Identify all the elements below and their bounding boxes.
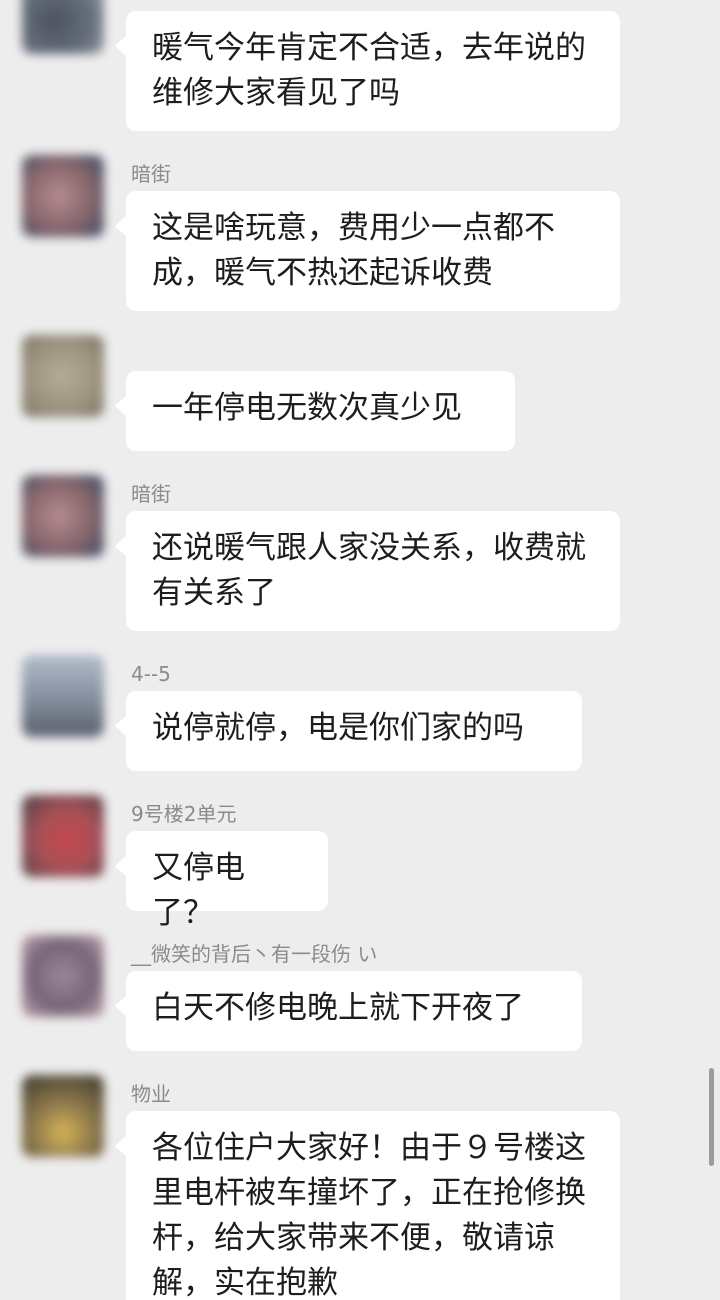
- message-text: 这是啥玩意，费用少一点都不成，暖气不热还起诉收费: [152, 210, 555, 291]
- message-bubble[interactable]: 这是啥玩意，费用少一点都不成，暖气不热还起诉收费: [115, 191, 620, 311]
- avatar[interactable]: [22, 475, 104, 557]
- sender-name: 物业: [131, 1082, 171, 1106]
- avatar[interactable]: [22, 795, 104, 877]
- sender-name: 4--5: [131, 662, 171, 686]
- message-text: 又停电了？: [152, 850, 245, 931]
- message-bubble[interactable]: 暖气今年肯定不合适，去年说的维修大家看见了吗: [115, 11, 620, 131]
- message-text: 说停就停，电是你们家的吗: [152, 710, 524, 746]
- message-bubble[interactable]: 一年停电无数次真少见: [115, 371, 515, 451]
- message-text: 白天不修电晚上就下开夜了: [152, 990, 524, 1026]
- avatar[interactable]: [22, 935, 104, 1017]
- avatar[interactable]: [22, 655, 104, 737]
- message-bubble[interactable]: 说停就停，电是你们家的吗: [115, 691, 582, 771]
- message-text: 还说暖气跟人家没关系，收费就有关系了: [152, 530, 586, 611]
- message-bubble[interactable]: 又停电了？: [115, 831, 328, 931]
- scrollbar[interactable]: [709, 1068, 714, 1166]
- avatar[interactable]: [22, 155, 104, 237]
- message-text: 一年停电无数次真少见: [152, 390, 462, 426]
- sender-name: 9号楼2单元: [131, 802, 237, 826]
- message-bubble[interactable]: 还说暖气跟人家没关系，收费就有关系了: [115, 511, 620, 631]
- message-bubble[interactable]: 各位住户大家好！由于９号楼这里电杆被车撞坏了，正在抢修换杆，给大家带来不便，敬请…: [115, 1111, 620, 1300]
- sender-name: 暗街: [131, 482, 171, 506]
- message-text: 各位住户大家好！由于９号楼这里电杆被车撞坏了，正在抢修换杆，给大家带来不便，敬请…: [152, 1130, 586, 1300]
- message-text: 暖气今年肯定不合适，去年说的维修大家看见了吗: [152, 30, 586, 111]
- sender-name: 暗街: [131, 162, 171, 186]
- message-bubble[interactable]: 白天不修电晚上就下开夜了: [115, 971, 582, 1051]
- avatar[interactable]: [22, 0, 104, 54]
- avatar[interactable]: [22, 1075, 104, 1157]
- sender-name: __微笑的背后丶有一段伤 い: [131, 942, 378, 966]
- chat-window[interactable]: 暖气今年肯定不合适，去年说的维修大家看见了吗 暗街 这是啥玩意，费用少一点都不成…: [0, 0, 720, 1300]
- avatar[interactable]: [22, 335, 104, 417]
